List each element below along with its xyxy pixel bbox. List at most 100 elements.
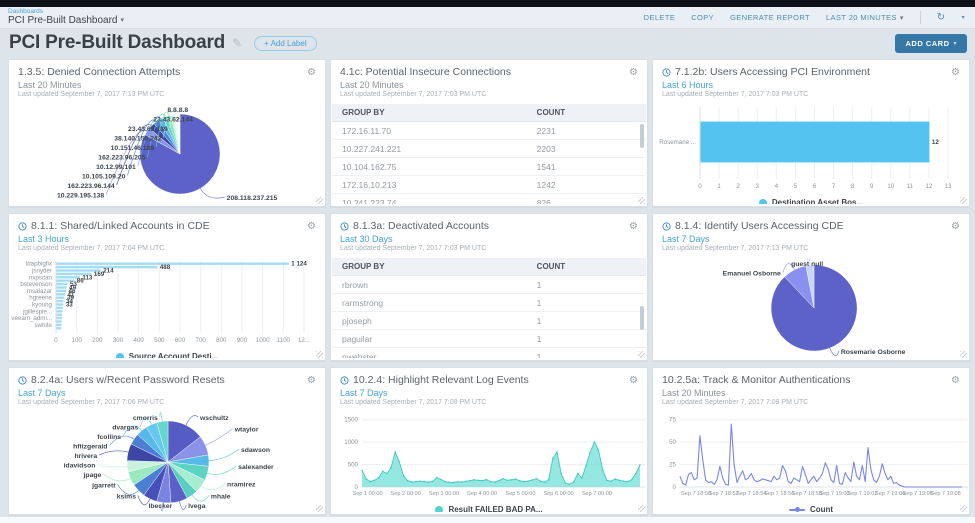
card-header: 8.1.4: Identify Users Accessing CDE ⚙	[653, 214, 969, 232]
svg-text:idavidson: idavidson	[64, 463, 96, 470]
resize-handle[interactable]	[316, 197, 323, 204]
resize-handle[interactable]	[316, 351, 323, 358]
resize-handle[interactable]	[638, 505, 645, 512]
card-time-range[interactable]: Last 6 Hours	[653, 78, 969, 90]
breadcrumb: Dashboards PCI Pre-Built Dashboard ▾	[8, 8, 124, 27]
gear-icon[interactable]: ⚙	[629, 375, 638, 386]
gear-icon[interactable]: ⚙	[951, 375, 960, 386]
svg-text:1500: 1500	[344, 417, 358, 424]
scheduled-icon	[18, 222, 27, 231]
svg-text:12: 12	[932, 139, 939, 146]
add-card-label: ADD CARD	[905, 39, 949, 48]
svg-text:600: 600	[175, 337, 186, 344]
resize-handle[interactable]	[638, 197, 645, 204]
resize-handle[interactable]	[960, 505, 967, 512]
svg-text:Sep 7 19:06: Sep 7 19:06	[903, 491, 933, 497]
scheduled-icon	[662, 222, 671, 231]
svg-text:9: 9	[870, 183, 874, 190]
dashboard-switcher[interactable]: PCI Pre-Built Dashboard ▾	[8, 15, 124, 27]
divider	[920, 11, 921, 24]
svg-text:38.140.156.242: 38.140.156.242	[114, 136, 161, 143]
chevron-down-icon[interactable]: ▾	[962, 14, 965, 21]
svg-text:Sep 7 18:50: Sep 7 18:50	[681, 491, 711, 497]
resize-handle[interactable]	[960, 197, 967, 204]
gear-icon[interactable]: ⚙	[951, 221, 960, 232]
table-row: 10.241.223.74826	[332, 194, 646, 205]
scheduled-icon	[340, 222, 349, 231]
gear-icon[interactable]: ⚙	[307, 375, 316, 386]
svg-text:0: 0	[673, 484, 677, 491]
svg-text:jgarrett: jgarrett	[91, 482, 116, 489]
legend[interactable]: Destination Asset Bos...	[654, 196, 968, 204]
column-header[interactable]: GROUP BY	[332, 258, 527, 276]
legend[interactable]: Source Account Desti...	[10, 350, 324, 358]
gear-icon[interactable]: ⚙	[307, 67, 316, 78]
scrollbar-thumb[interactable]	[640, 124, 644, 148]
toolbar-actions: DELETE COPY GENERATE REPORT LAST 20 MINU…	[644, 11, 965, 24]
svg-text:ksims: ksims	[117, 494, 136, 501]
svg-text:1 124: 1 124	[291, 261, 307, 268]
svg-text:500: 500	[348, 462, 359, 469]
card-last-updated: Last updated September 7, 2017 7:04 PM U…	[9, 244, 325, 252]
card-time-range[interactable]: Last 30 Days	[331, 232, 647, 244]
column-header[interactable]: GROUP BY	[332, 104, 527, 122]
svg-text:Sep 2 00:00: Sep 2 00:00	[391, 491, 421, 497]
resize-handle[interactable]	[316, 505, 323, 512]
breadcrumb-dashboards-link[interactable]: Dashboards	[8, 8, 124, 15]
legend-label: Count	[810, 505, 833, 512]
svg-text:10.151.46.189: 10.151.46.189	[111, 145, 155, 152]
scrollbar-thumb[interactable]	[640, 306, 644, 330]
svg-text:Sep 7 19:08: Sep 7 19:08	[931, 491, 961, 497]
card-title: 8.1.3a: Deactivated Accounts	[353, 220, 489, 232]
delete-button[interactable]: DELETE	[644, 13, 676, 22]
card-last-updated: Last updated September 7, 2017 7:03 PM U…	[331, 244, 647, 252]
svg-text:25: 25	[669, 462, 676, 469]
gear-icon[interactable]: ⚙	[629, 221, 638, 232]
card-time-range[interactable]: Last 7 Days	[653, 232, 969, 244]
card-header: 8.1.3a: Deactivated Accounts ⚙	[331, 214, 647, 232]
pie-chart: wschultzwtaylorsdawsonsalexandernramirez…	[10, 412, 324, 512]
svg-text:Sep 7 18:58: Sep 7 18:58	[792, 491, 822, 497]
card-time-range[interactable]: Last 3 Hours	[9, 232, 325, 244]
legend[interactable]: Result FAILED BAD PA...	[332, 503, 646, 512]
dashboard-toolbar: Dashboards PCI Pre-Built Dashboard ▾ DEL…	[0, 7, 975, 29]
legend-label: Source Account Desti...	[129, 352, 219, 358]
gear-icon[interactable]: ⚙	[951, 67, 960, 78]
column-header[interactable]: COUNT	[527, 104, 646, 122]
card-deactivated-accounts: 8.1.3a: Deactivated Accounts ⚙ Last 30 D…	[330, 213, 648, 361]
svg-text:10.12.99.101: 10.12.99.101	[96, 164, 136, 171]
svg-text:0: 0	[698, 183, 702, 190]
copy-button[interactable]: COPY	[691, 13, 714, 22]
page-footer	[0, 517, 975, 523]
card-title: 8.1.4: Identify Users Accessing CDE	[675, 220, 844, 232]
resize-handle[interactable]	[638, 351, 645, 358]
page-header: PCI Pre-Built Dashboard ✎ + Add Label AD…	[0, 29, 975, 57]
refresh-icon[interactable]: ↻	[937, 12, 946, 23]
resize-handle[interactable]	[960, 351, 967, 358]
card-title: 10.2.5a: Track & Monitor Authentications	[662, 374, 851, 386]
svg-text:dvargas: dvargas	[112, 425, 138, 432]
gear-icon[interactable]: ⚙	[629, 67, 638, 78]
svg-text:12: 12	[925, 183, 932, 190]
add-label-button[interactable]: + Add Label	[254, 36, 316, 51]
chevron-down-icon: ▾	[900, 14, 904, 22]
generate-report-button[interactable]: GENERATE REPORT	[730, 13, 810, 22]
time-range-selector[interactable]: LAST 20 MINUTES ▾	[826, 13, 904, 22]
legend[interactable]: Count	[654, 503, 968, 512]
svg-text:Sep 4 00:00: Sep 4 00:00	[467, 491, 497, 497]
card-header: 7.1.2b: Users Accessing PCI Environment …	[653, 60, 969, 78]
gear-icon[interactable]: ⚙	[307, 221, 316, 232]
card-time-range[interactable]: Last 7 Days	[9, 386, 325, 398]
svg-text:13: 13	[945, 183, 952, 190]
svg-text:400: 400	[134, 337, 145, 344]
card-time-range[interactable]: Last 7 Days	[331, 386, 647, 398]
card-header: 4.1c: Potential Insecure Connections ⚙	[331, 60, 647, 78]
edit-title-icon[interactable]: ✎	[232, 36, 242, 50]
card-title: 8.2.4a: Users w/Recent Password Resets	[31, 374, 225, 386]
add-card-button[interactable]: ADD CARD ▾	[895, 34, 967, 53]
card-time-range: Last 20 Minutes	[653, 386, 969, 398]
svg-text:Rosemarie Osborne: Rosemarie Osborne	[841, 349, 906, 356]
card-identify-users-accessing-cde: 8.1.4: Identify Users Accessing CDE ⚙ La…	[652, 213, 970, 361]
bar-chart: 01002003004005006007008009001000110012..…	[10, 258, 324, 358]
column-header[interactable]: COUNT	[527, 258, 646, 276]
